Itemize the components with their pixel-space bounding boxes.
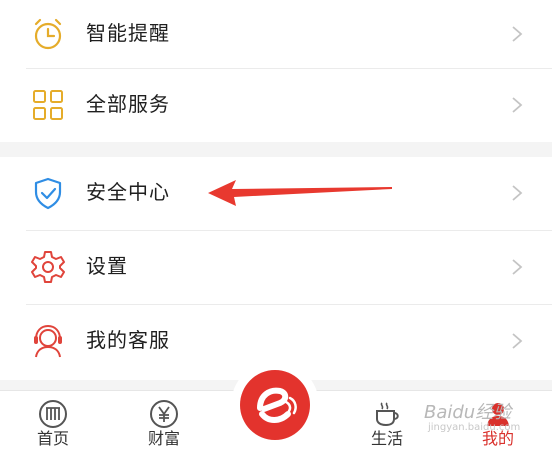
alarm-clock-icon [34, 18, 62, 50]
app-logo-e-icon [257, 387, 297, 423]
center-app-button[interactable] [240, 370, 310, 440]
menu-group-1: 智能提醒 全部服务 [0, 0, 552, 142]
menu-item-label: 安全中心 [86, 180, 170, 204]
baidu-watermark-url: jingyan.baidu.com [428, 422, 521, 433]
menu-item-label: 全部服务 [86, 92, 170, 116]
yen-coin-icon [150, 400, 178, 428]
grid-services-icon [33, 90, 63, 120]
chevron-right-icon [512, 185, 523, 201]
chevron-right-icon [512, 26, 523, 42]
tab-label: 生活 [370, 429, 403, 448]
menu-item-settings[interactable]: 设置 [0, 231, 552, 305]
menu-item-label: 智能提醒 [86, 21, 170, 45]
chevron-right-icon [512, 333, 523, 349]
tab-wealth[interactable]: 财富 [129, 391, 199, 451]
tab-home[interactable]: 首页 [18, 391, 88, 451]
tab-label: 首页 [36, 429, 69, 448]
bank-logo-icon [39, 400, 67, 428]
coffee-cup-icon [376, 402, 399, 427]
chevron-right-icon [512, 259, 523, 275]
menu-item-label: 我的客服 [86, 328, 170, 352]
tab-life[interactable]: 生活 [352, 391, 422, 451]
shield-check-icon [34, 177, 62, 210]
gear-icon [31, 251, 65, 283]
menu-item-label: 设置 [86, 254, 128, 278]
menu-item-all-services[interactable]: 全部服务 [0, 69, 552, 143]
chevron-right-icon [512, 97, 523, 113]
menu-item-smart-reminder[interactable]: 智能提醒 [0, 0, 552, 72]
tab-label: 财富 [147, 429, 180, 448]
baidu-watermark: Baidu经验 [424, 402, 512, 423]
red-arrow-annotation [208, 180, 392, 206]
customer-service-headset-icon [34, 324, 62, 358]
